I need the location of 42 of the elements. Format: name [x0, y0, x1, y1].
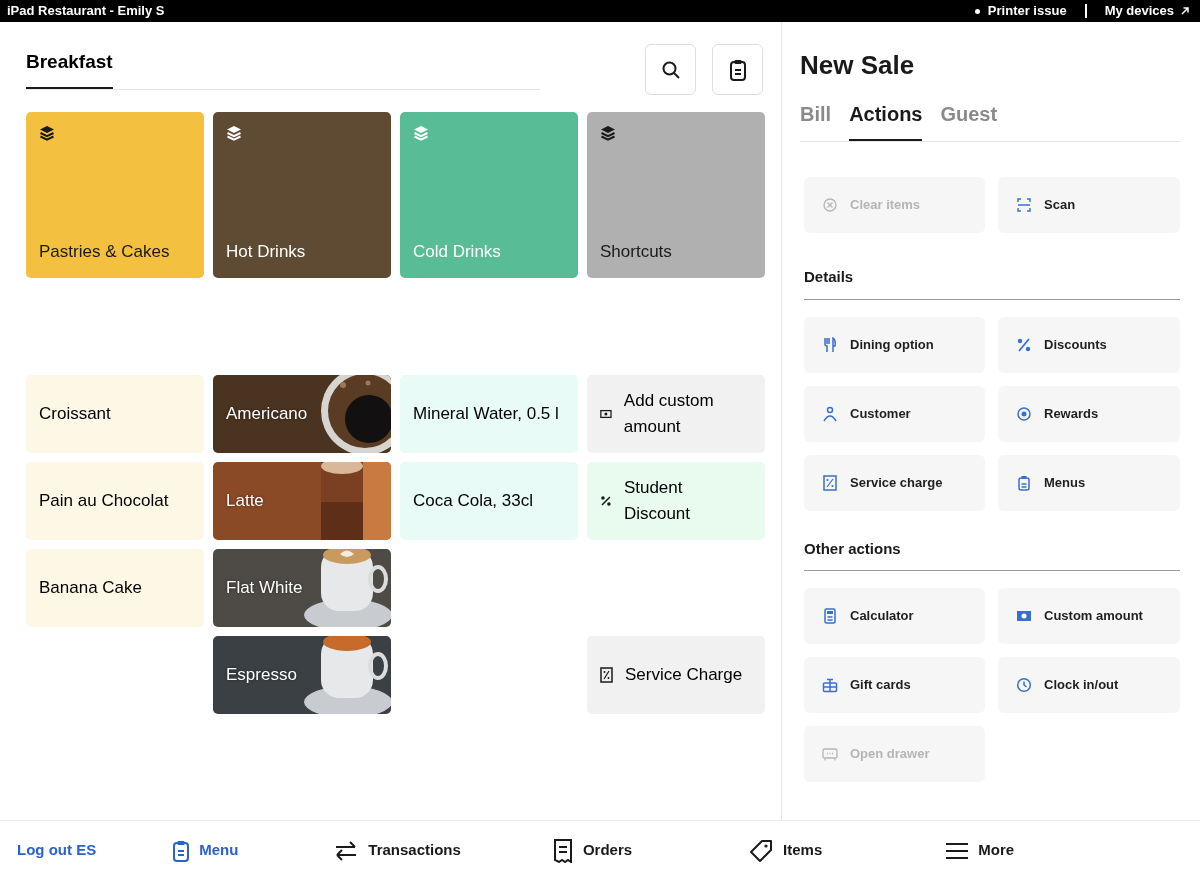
sale-title: New Sale: [800, 49, 916, 82]
sale-tab[interactable]: Actions: [849, 99, 923, 141]
shortcut-tile[interactable]: Student Discount: [587, 462, 765, 540]
category-tile[interactable]: Shortcuts: [587, 112, 765, 278]
action-button[interactable]: Clock in/out: [998, 657, 1180, 713]
shortcut-tile[interactable]: Service Charge: [587, 636, 765, 714]
action-button[interactable]: Scan: [998, 177, 1180, 233]
logout-link[interactable]: Log out ES: [17, 839, 97, 862]
action-button[interactable]: Calculator: [804, 588, 985, 644]
printer-status[interactable]: Printer issue: [987, 1, 1067, 21]
shortcut-tile[interactable]: Add custom amount: [587, 375, 765, 453]
shortcut-label: Add custom amount: [623, 390, 715, 438]
nav-tab[interactable]: Orders: [552, 838, 633, 863]
nav-tab[interactable]: More: [946, 839, 1015, 862]
section-heading: Details: [804, 266, 1180, 300]
device-title: iPad Restaurant - Emily S: [7, 2, 165, 21]
action-button[interactable]: Discounts: [998, 316, 1180, 373]
shortcut-label: Student Discount: [623, 477, 691, 525]
item-tile[interactable]: Mineral Water, 0.5 l: [400, 375, 578, 453]
item-tile[interactable]: Coca Cola, 33cl: [400, 462, 578, 540]
nav-tab[interactable]: Menu: [173, 839, 239, 862]
category-tab[interactable]: Breakfast: [26, 42, 113, 89]
action-button[interactable]: Menus: [998, 454, 1180, 511]
item-tile[interactable]: Banana Cake: [26, 549, 204, 627]
action-button[interactable]: Customer: [804, 385, 985, 442]
action-button[interactable]: Gift cards: [804, 657, 985, 713]
item-tile[interactable]: Croissant: [26, 375, 204, 453]
category-tile[interactable]: Pastries & Cakes: [26, 112, 204, 278]
item-tile[interactable]: Espresso: [213, 636, 391, 714]
item-tile[interactable]: Flat White: [213, 549, 391, 627]
category-tile[interactable]: Hot Drinks: [213, 112, 391, 278]
section-heading: Other actions: [804, 537, 1180, 571]
nav-tab[interactable]: Transactions: [334, 839, 461, 862]
nav-tab[interactable]: Items: [749, 838, 823, 863]
item-tile[interactable]: Latte: [213, 462, 391, 540]
action-button[interactable]: Dining option: [804, 316, 985, 373]
devices-link[interactable]: My devices: [1104, 1, 1174, 21]
action-button[interactable]: Service charge: [804, 454, 985, 511]
shortcut-label: Service Charge: [625, 664, 743, 686]
action-button[interactable]: Rewards: [998, 385, 1180, 442]
action-button[interactable]: Custom amount: [998, 588, 1180, 644]
item-tile[interactable]: Pain au Chocolat: [26, 462, 204, 540]
